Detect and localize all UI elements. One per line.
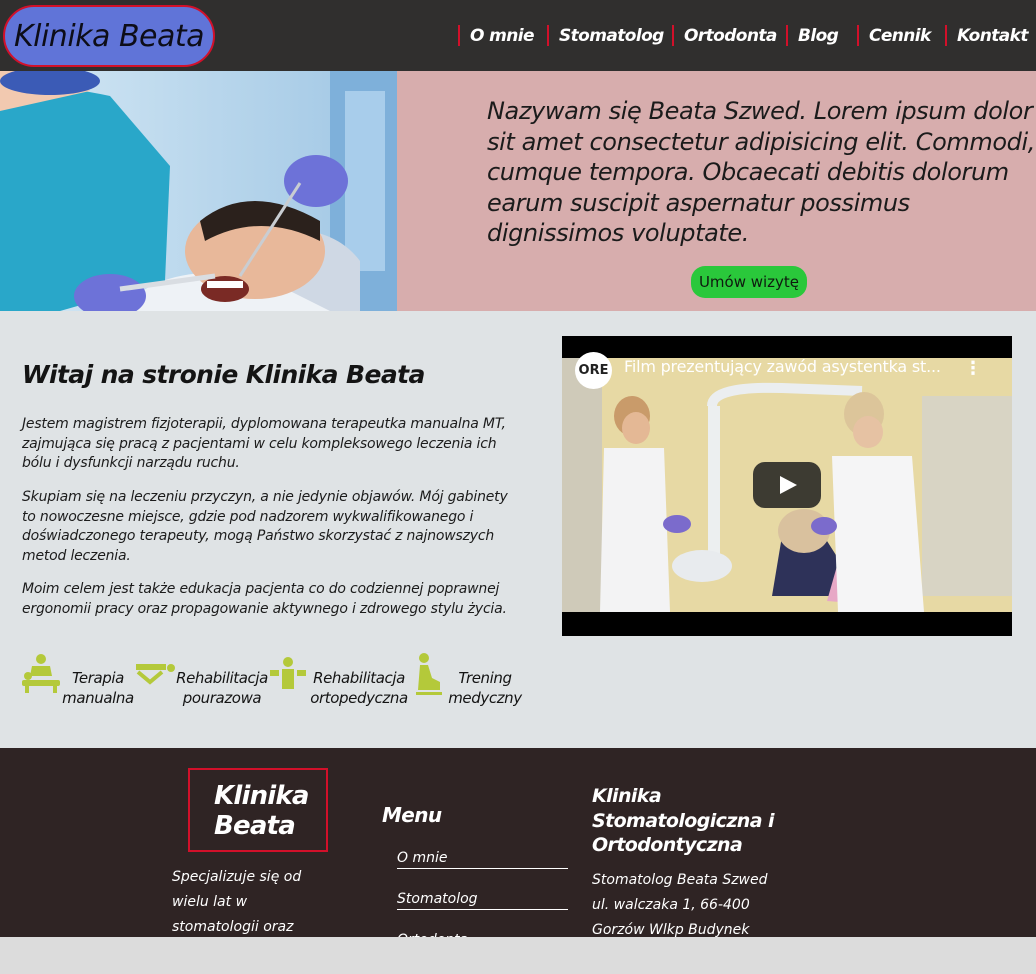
footer-logo[interactable]: Klinika Beata [188, 768, 328, 852]
orthopedic-icon [270, 657, 306, 689]
service-label-line: Rehabilitacja [313, 669, 405, 687]
service-post-injury-rehab[interactable]: Rehabilitacja pourazowa [172, 668, 272, 708]
footer-contact-title: Klinika Stomatologiczna i Ortodontyczna [592, 785, 774, 856]
contact-address: ul. walczaka 1, 66-400 [592, 897, 750, 913]
service-label-line: Rehabilitacja [176, 669, 268, 687]
hero-photo-dentist [0, 71, 397, 311]
footer-link-o-mnie[interactable]: O mnie [397, 835, 568, 869]
nav-separator [857, 25, 859, 46]
service-label-line: Terapia [72, 669, 124, 687]
play-icon [780, 476, 797, 494]
service-label-line: medyczny [448, 689, 522, 707]
service-medical-training[interactable]: Trening medyczny [440, 668, 530, 708]
nav-item-stomatolog[interactable]: Stomatolog [559, 23, 664, 49]
nav-separator [945, 25, 947, 46]
nav-item-o-mnie[interactable]: O mnie [470, 23, 535, 49]
footer-link-stomatolog[interactable]: Stomatolog [397, 876, 568, 910]
service-label-line: Trening [458, 669, 512, 687]
book-visit-button[interactable]: Umów wizytę [691, 266, 807, 298]
service-manual-therapy[interactable]: Terapia manualna [58, 668, 138, 708]
rehab-bed-icon [136, 664, 175, 685]
services-list: Terapia manualna Rehabilitacja pourazowa… [20, 650, 540, 710]
play-button[interactable] [753, 462, 821, 508]
nav-separator [672, 25, 674, 46]
main-nav: O mnie Stomatolog Ortodonta Blog Cennik … [0, 23, 1036, 49]
service-label-line: pourazowa [182, 689, 262, 707]
contact-name: Stomatolog Beata Szwed [592, 872, 768, 888]
service-label-line: ortopedyczna [310, 689, 408, 707]
contact-city: Gorzów Wlkp Budynek [592, 922, 750, 938]
hero-intro-text: Nazywam się Beata Szwed. Lorem ipsum dol… [487, 97, 1035, 247]
channel-logo[interactable]: ORE [575, 352, 612, 389]
nav-item-blog[interactable]: Blog [798, 23, 839, 49]
goal-paragraph: Moim celem jest także edukacja pacjenta … [22, 581, 507, 617]
nav-item-kontakt[interactable]: Kontakt [957, 23, 1028, 49]
nav-separator [458, 25, 460, 46]
nav-item-ortodonta[interactable]: Ortodonta [684, 23, 777, 49]
nav-item-cennik[interactable]: Cennik [869, 23, 931, 49]
welcome-heading: Witaj na stronie Klinika Beata [22, 360, 425, 389]
video-title[interactable]: Film prezentujący zawód asystentka st... [624, 357, 941, 376]
browser-bottom-bar [0, 937, 1036, 974]
approach-paragraph: Skupiam się na leczeniu przyczyn, a nie … [22, 489, 508, 564]
service-orthopedic-rehab[interactable]: Rehabilitacja ortopedyczna [304, 668, 414, 708]
video-player[interactable]: ORE Film prezentujący zawód asystentka s… [562, 336, 1012, 636]
site-header: Klinika Beata O mnie Stomatolog Ortodont… [0, 0, 1036, 71]
massage-icon [22, 654, 60, 693]
hero-intro-panel: Nazywam się Beata Szwed. Lorem ipsum dol… [397, 71, 1036, 311]
service-label-line: manualna [62, 689, 134, 707]
site-footer: Klinika Beata Specjalizuje się od wielu … [0, 748, 1036, 974]
nav-separator [786, 25, 788, 46]
nav-separator [547, 25, 549, 46]
footer-menu-title: Menu [382, 803, 442, 827]
video-more-icon[interactable]: ⋮ [964, 358, 982, 379]
dentist-illustration [0, 71, 397, 311]
intro-paragraph: Jestem magistrem fizjoterapii, dyplomowa… [22, 416, 506, 471]
